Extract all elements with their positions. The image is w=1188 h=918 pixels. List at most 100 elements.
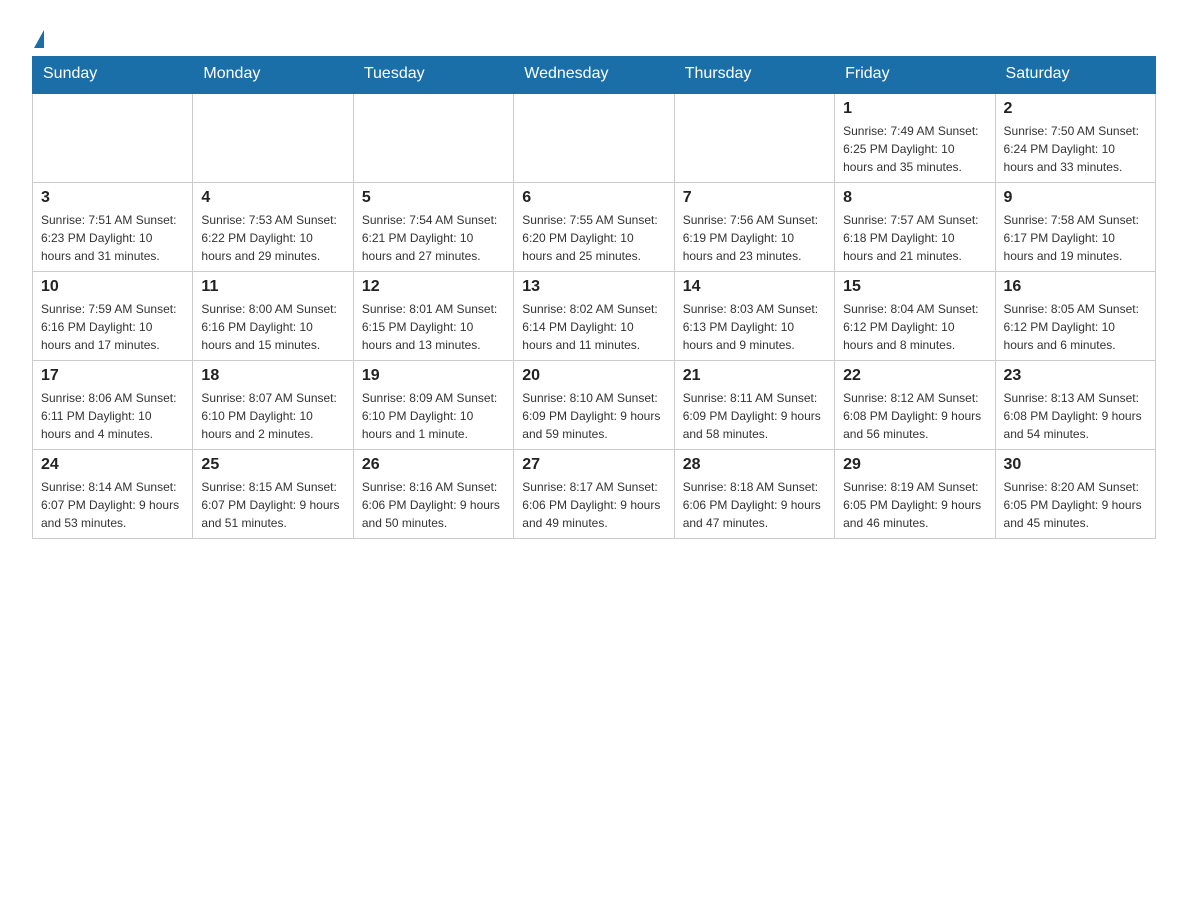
day-info: Sunrise: 8:15 AM Sunset: 6:07 PM Dayligh…: [201, 478, 344, 532]
day-info: Sunrise: 7:58 AM Sunset: 6:17 PM Dayligh…: [1004, 211, 1147, 265]
day-number: 18: [201, 367, 344, 385]
day-info: Sunrise: 7:49 AM Sunset: 6:25 PM Dayligh…: [843, 122, 986, 176]
day-number: 5: [362, 189, 505, 207]
day-info: Sunrise: 7:56 AM Sunset: 6:19 PM Dayligh…: [683, 211, 826, 265]
weekday-header-row: SundayMondayTuesdayWednesdayThursdayFrid…: [33, 57, 1156, 93]
day-info: Sunrise: 8:18 AM Sunset: 6:06 PM Dayligh…: [683, 478, 826, 532]
day-number: 12: [362, 278, 505, 296]
calendar-cell: 9 Sunrise: 7:58 AM Sunset: 6:17 PM Daylig…: [995, 183, 1155, 272]
calendar-week-row: 24 Sunrise: 8:14 AM Sunset: 6:07 PM Dayli…: [33, 450, 1156, 539]
day-info: Sunrise: 8:01 AM Sunset: 6:15 PM Dayligh…: [362, 300, 505, 354]
calendar-cell: 20 Sunrise: 8:10 AM Sunset: 6:09 PM Dayli…: [514, 361, 674, 450]
day-number: 30: [1004, 456, 1147, 474]
day-number: 6: [522, 189, 665, 207]
day-number: 19: [362, 367, 505, 385]
day-number: 29: [843, 456, 986, 474]
day-info: Sunrise: 8:04 AM Sunset: 6:12 PM Dayligh…: [843, 300, 986, 354]
calendar-cell: 16Sunrise: 8:05 AM Sunset: 6:12 PM Dayli…: [995, 272, 1155, 361]
calendar-cell: 4 Sunrise: 7:53 AM Sunset: 6:22 PM Daylig…: [193, 183, 353, 272]
calendar-week-row: 3Sunrise: 7:51 AM Sunset: 6:23 PM Daylig…: [33, 183, 1156, 272]
calendar-cell: 18 Sunrise: 8:07 AM Sunset: 6:10 PM Dayli…: [193, 361, 353, 450]
logo-triangle-icon: [34, 30, 44, 48]
day-number: 14: [683, 278, 826, 296]
calendar-cell: 11 Sunrise: 8:00 AM Sunset: 6:16 PM Dayli…: [193, 272, 353, 361]
calendar-week-row: 17 Sunrise: 8:06 AM Sunset: 6:11 PM Dayli…: [33, 361, 1156, 450]
day-number: 16: [1004, 278, 1147, 296]
calendar-cell: 8 Sunrise: 7:57 AM Sunset: 6:18 PM Daylig…: [835, 183, 995, 272]
day-info: Sunrise: 8:07 AM Sunset: 6:10 PM Dayligh…: [201, 389, 344, 443]
calendar-header: SundayMondayTuesdayWednesdayThursdayFrid…: [33, 57, 1156, 93]
day-info: Sunrise: 8:20 AM Sunset: 6:05 PM Dayligh…: [1004, 478, 1147, 532]
calendar-cell: 2 Sunrise: 7:50 AM Sunset: 6:24 PM Daylig…: [995, 93, 1155, 183]
day-info: Sunrise: 8:16 AM Sunset: 6:06 PM Dayligh…: [362, 478, 505, 532]
calendar-cell: 24 Sunrise: 8:14 AM Sunset: 6:07 PM Dayli…: [33, 450, 193, 539]
logo: [32, 28, 44, 44]
day-info: Sunrise: 8:09 AM Sunset: 6:10 PM Dayligh…: [362, 389, 505, 443]
day-info: Sunrise: 8:02 AM Sunset: 6:14 PM Dayligh…: [522, 300, 665, 354]
day-number: 2: [1004, 100, 1147, 118]
calendar-cell: [353, 93, 513, 183]
calendar-cell: 6 Sunrise: 7:55 AM Sunset: 6:20 PM Daylig…: [514, 183, 674, 272]
calendar-cell: [674, 93, 834, 183]
day-info: Sunrise: 8:06 AM Sunset: 6:11 PM Dayligh…: [41, 389, 184, 443]
calendar-cell: [514, 93, 674, 183]
day-info: Sunrise: 7:59 AM Sunset: 6:16 PM Dayligh…: [41, 300, 184, 354]
weekday-header-tuesday: Tuesday: [353, 57, 513, 93]
day-number: 26: [362, 456, 505, 474]
day-info: Sunrise: 8:10 AM Sunset: 6:09 PM Dayligh…: [522, 389, 665, 443]
calendar-cell: 17 Sunrise: 8:06 AM Sunset: 6:11 PM Dayli…: [33, 361, 193, 450]
day-number: 17: [41, 367, 184, 385]
day-number: 20: [522, 367, 665, 385]
calendar-table: SundayMondayTuesdayWednesdayThursdayFrid…: [32, 56, 1156, 539]
day-number: 13: [522, 278, 665, 296]
calendar-cell: 14 Sunrise: 8:03 AM Sunset: 6:13 PM Dayli…: [674, 272, 834, 361]
day-number: 24: [41, 456, 184, 474]
day-info: Sunrise: 8:12 AM Sunset: 6:08 PM Dayligh…: [843, 389, 986, 443]
calendar-cell: 21 Sunrise: 8:11 AM Sunset: 6:09 PM Dayli…: [674, 361, 834, 450]
day-number: 11: [201, 278, 344, 296]
calendar-cell: 7 Sunrise: 7:56 AM Sunset: 6:19 PM Daylig…: [674, 183, 834, 272]
day-info: Sunrise: 7:55 AM Sunset: 6:20 PM Dayligh…: [522, 211, 665, 265]
page-header: [32, 24, 1156, 44]
weekday-header-friday: Friday: [835, 57, 995, 93]
calendar-cell: 29 Sunrise: 8:19 AM Sunset: 6:05 PM Dayli…: [835, 450, 995, 539]
calendar-cell: 30 Sunrise: 8:20 AM Sunset: 6:05 PM Dayli…: [995, 450, 1155, 539]
day-number: 8: [843, 189, 986, 207]
calendar-cell: 10Sunrise: 7:59 AM Sunset: 6:16 PM Dayli…: [33, 272, 193, 361]
day-info: Sunrise: 7:53 AM Sunset: 6:22 PM Dayligh…: [201, 211, 344, 265]
calendar-week-row: 10Sunrise: 7:59 AM Sunset: 6:16 PM Dayli…: [33, 272, 1156, 361]
day-info: Sunrise: 8:19 AM Sunset: 6:05 PM Dayligh…: [843, 478, 986, 532]
calendar-cell: 5Sunrise: 7:54 AM Sunset: 6:21 PM Daylig…: [353, 183, 513, 272]
day-number: 3: [41, 189, 184, 207]
weekday-header-sunday: Sunday: [33, 57, 193, 93]
day-info: Sunrise: 8:14 AM Sunset: 6:07 PM Dayligh…: [41, 478, 184, 532]
calendar-cell: 27 Sunrise: 8:17 AM Sunset: 6:06 PM Dayli…: [514, 450, 674, 539]
weekday-header-saturday: Saturday: [995, 57, 1155, 93]
day-number: 7: [683, 189, 826, 207]
day-number: 23: [1004, 367, 1147, 385]
calendar-body: 1 Sunrise: 7:49 AM Sunset: 6:25 PM Daylig…: [33, 93, 1156, 539]
calendar-cell: 28Sunrise: 8:18 AM Sunset: 6:06 PM Dayli…: [674, 450, 834, 539]
calendar-cell: [33, 93, 193, 183]
calendar-cell: 13 Sunrise: 8:02 AM Sunset: 6:14 PM Dayli…: [514, 272, 674, 361]
weekday-header-monday: Monday: [193, 57, 353, 93]
day-number: 1: [843, 100, 986, 118]
day-number: 27: [522, 456, 665, 474]
day-number: 4: [201, 189, 344, 207]
day-info: Sunrise: 8:11 AM Sunset: 6:09 PM Dayligh…: [683, 389, 826, 443]
day-number: 25: [201, 456, 344, 474]
calendar-week-row: 1 Sunrise: 7:49 AM Sunset: 6:25 PM Daylig…: [33, 93, 1156, 183]
day-info: Sunrise: 7:57 AM Sunset: 6:18 PM Dayligh…: [843, 211, 986, 265]
day-number: 9: [1004, 189, 1147, 207]
day-number: 21: [683, 367, 826, 385]
weekday-header-thursday: Thursday: [674, 57, 834, 93]
day-info: Sunrise: 8:17 AM Sunset: 6:06 PM Dayligh…: [522, 478, 665, 532]
calendar-cell: 22Sunrise: 8:12 AM Sunset: 6:08 PM Dayli…: [835, 361, 995, 450]
day-info: Sunrise: 8:03 AM Sunset: 6:13 PM Dayligh…: [683, 300, 826, 354]
day-info: Sunrise: 7:50 AM Sunset: 6:24 PM Dayligh…: [1004, 122, 1147, 176]
calendar-cell: 23Sunrise: 8:13 AM Sunset: 6:08 PM Dayli…: [995, 361, 1155, 450]
day-number: 15: [843, 278, 986, 296]
day-info: Sunrise: 8:00 AM Sunset: 6:16 PM Dayligh…: [201, 300, 344, 354]
calendar-cell: 25 Sunrise: 8:15 AM Sunset: 6:07 PM Dayli…: [193, 450, 353, 539]
calendar-cell: [193, 93, 353, 183]
